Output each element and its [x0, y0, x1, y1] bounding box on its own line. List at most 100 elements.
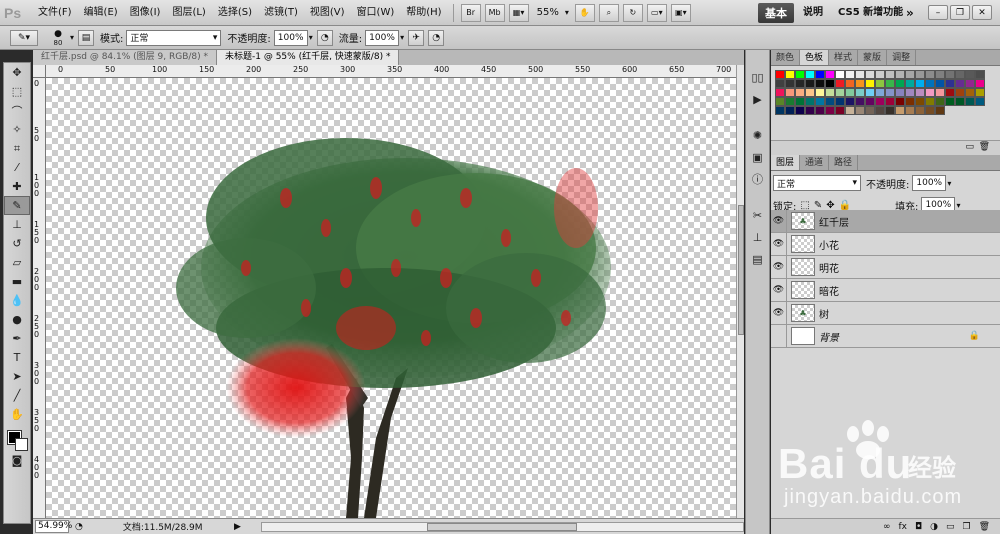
layer-opacity-field[interactable]: 100% [912, 175, 947, 191]
color-swatch[interactable] [935, 97, 945, 106]
pen-tool[interactable]: ✒ [4, 329, 30, 348]
color-swatch[interactable] [945, 97, 955, 106]
layer-row-anhua[interactable]: 👁 暗花 [771, 279, 1000, 302]
add-mask-icon[interactable]: ◘ [915, 522, 922, 532]
color-swatch[interactable] [825, 79, 835, 88]
blend-mode-select[interactable]: 正常 ▾ [773, 175, 861, 191]
color-swatch[interactable] [815, 70, 825, 79]
color-swatch[interactable] [855, 88, 865, 97]
color-swatch[interactable] [965, 97, 975, 106]
color-swatch[interactable] [795, 97, 805, 106]
color-swatch[interactable] [945, 79, 955, 88]
lock-transparency-icon[interactable]: ⬚ [800, 200, 809, 211]
flow-field[interactable]: 100% [365, 29, 400, 46]
color-swatch[interactable] [885, 79, 895, 88]
color-swatch[interactable] [905, 79, 915, 88]
color-swatch[interactable] [925, 88, 935, 97]
color-swatch[interactable] [805, 106, 815, 115]
color-swatch[interactable] [835, 88, 845, 97]
quick-mask-button[interactable]: ◙ [4, 451, 30, 470]
color-swatch[interactable] [905, 70, 915, 79]
color-swatch[interactable] [965, 79, 975, 88]
color-swatch[interactable] [865, 106, 875, 115]
tab-layers[interactable]: 图层 [771, 155, 801, 170]
color-swatch[interactable] [815, 88, 825, 97]
color-swatch[interactable] [845, 106, 855, 115]
background-color[interactable] [15, 438, 28, 451]
color-swatch[interactable] [935, 88, 945, 97]
pressure-opacity-button[interactable]: ◔ [316, 29, 333, 46]
rotate-view-button[interactable]: ↻ [622, 3, 643, 22]
color-swatch[interactable] [795, 79, 805, 88]
layer-row-shu[interactable]: 👁 ♣ 树 [771, 302, 1000, 325]
color-swatch[interactable] [925, 79, 935, 88]
menu-filter[interactable]: 滤镜(T) [258, 0, 304, 26]
layer-row-background[interactable]: 背景 🔒 [771, 325, 1000, 348]
layer-row-minghua[interactable]: 👁 明花 [771, 256, 1000, 279]
eraser-tool[interactable]: ▱ [4, 253, 30, 272]
color-swatch[interactable] [945, 70, 955, 79]
color-swatch[interactable] [895, 70, 905, 79]
tab-channels[interactable]: 通道 [800, 155, 830, 170]
hand-tool[interactable]: ✋ [4, 405, 30, 424]
color-swatch[interactable] [925, 70, 935, 79]
ruler-origin[interactable] [33, 65, 46, 78]
tab-untitled-1[interactable]: 未标题-1 @ 55% (红千层, 快速蒙版/8) * [217, 50, 400, 65]
menu-file[interactable]: 文件(F) [32, 0, 78, 26]
color-swatch[interactable] [965, 70, 975, 79]
color-swatch[interactable] [875, 70, 885, 79]
color-swatch[interactable] [825, 88, 835, 97]
spot-healing-tool[interactable]: ✚ [4, 177, 30, 196]
tool-preset-picker[interactable]: ✎▾ [10, 29, 38, 46]
path-selection-tool[interactable]: ➤ [4, 367, 30, 386]
tab-adjustments[interactable]: 调整 [887, 50, 917, 65]
clone-source-button[interactable]: ⊥ [746, 226, 769, 248]
info-panel-button[interactable]: ⓘ [746, 168, 769, 190]
color-swatch[interactable] [875, 88, 885, 97]
color-swatch[interactable] [955, 97, 965, 106]
status-info-icon[interactable]: ◔ [75, 522, 83, 532]
color-swatch[interactable] [835, 97, 845, 106]
color-swatch[interactable] [975, 97, 985, 106]
minimize-button[interactable]: – [928, 5, 948, 20]
workspace-notes[interactable]: 说明 [803, 0, 823, 26]
color-swatch[interactable] [825, 106, 835, 115]
brush-dropdown-icon[interactable]: ▾ [70, 33, 74, 42]
brush-tool[interactable]: ✎ [4, 196, 30, 215]
color-swatch[interactable] [805, 88, 815, 97]
actions-panel-button[interactable]: ▶ [746, 88, 769, 110]
visibility-eye-icon[interactable]: 👁 [771, 279, 787, 301]
color-swatch[interactable] [845, 88, 855, 97]
color-swatch[interactable] [965, 88, 975, 97]
flow-dropdown-icon[interactable]: ▾ [400, 33, 404, 42]
color-swatch[interactable] [905, 106, 915, 115]
color-swatch[interactable] [865, 79, 875, 88]
zoom-tool-button[interactable]: ⌕ [598, 3, 619, 22]
opacity-field[interactable]: 100% [273, 29, 308, 46]
color-swatch[interactable] [855, 106, 865, 115]
close-button[interactable]: ✕ [972, 5, 992, 20]
visibility-eye-icon[interactable]: 👁 [771, 233, 787, 255]
hand-tool-button[interactable]: ✋ [574, 3, 595, 22]
canvas[interactable] [46, 78, 736, 518]
color-swatch[interactable] [885, 97, 895, 106]
color-swatch[interactable] [895, 88, 905, 97]
adjustment-layer-icon[interactable]: ◑ [930, 522, 938, 532]
color-swatch[interactable] [795, 70, 805, 79]
color-swatch[interactable] [775, 106, 785, 115]
mode-select[interactable]: 正常 ▾ [126, 29, 222, 46]
layer-row-xiaohua[interactable]: 👁 小花 [771, 233, 1000, 256]
adjustments-panel-button[interactable]: ✺ [746, 124, 769, 146]
tab-swatches[interactable]: 色板 [800, 50, 830, 65]
color-swatch[interactable] [885, 88, 895, 97]
color-swatch[interactable] [845, 70, 855, 79]
navigator-panel-button[interactable]: ▣ [746, 146, 769, 168]
menu-image[interactable]: 图像(I) [124, 0, 167, 26]
crop-tool[interactable]: ⌗ [4, 139, 30, 158]
zoom-level-select[interactable]: 55% [531, 7, 565, 18]
color-swatch[interactable] [835, 70, 845, 79]
horizontal-scroll-thumb[interactable] [426, 522, 577, 531]
horizontal-scrollbar[interactable] [260, 521, 744, 532]
color-swatch[interactable] [815, 97, 825, 106]
color-swatch[interactable] [775, 88, 785, 97]
